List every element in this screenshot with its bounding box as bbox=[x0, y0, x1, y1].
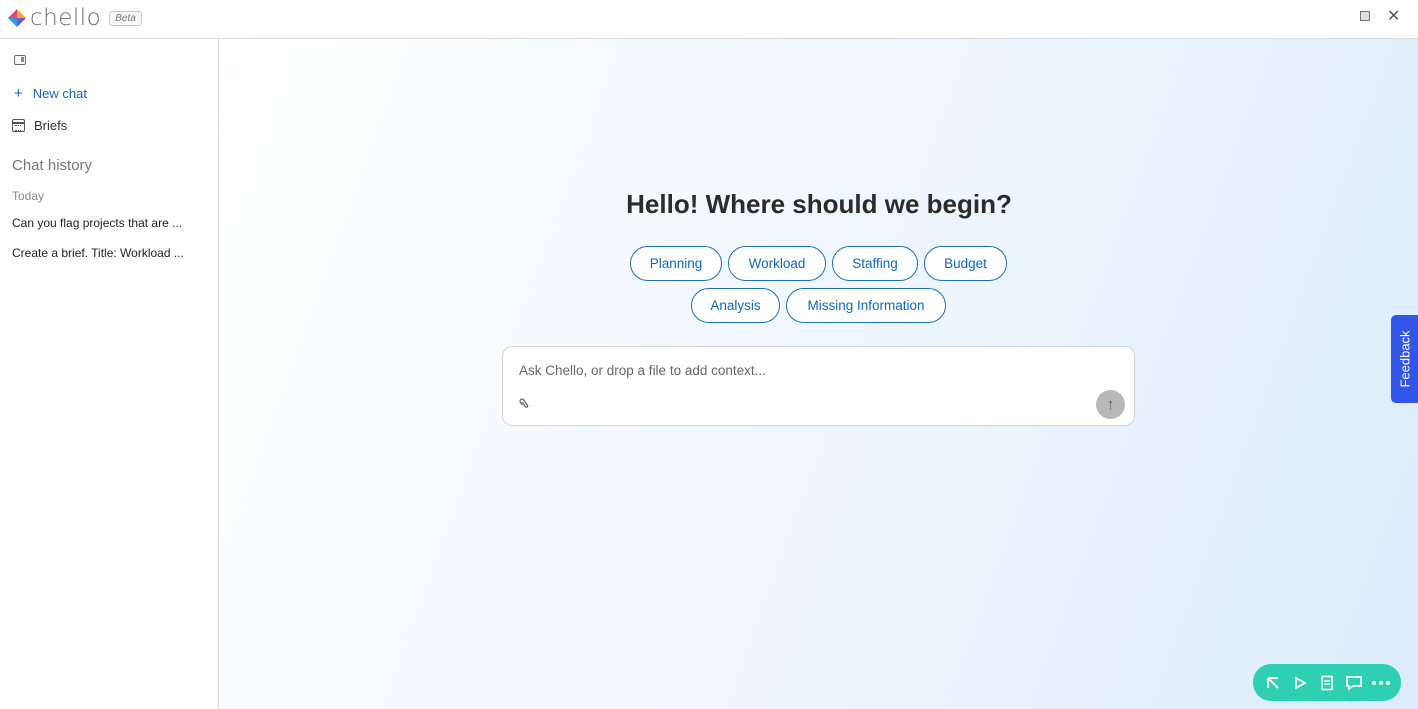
plus-icon: + bbox=[14, 85, 23, 102]
chip-workload[interactable]: Workload bbox=[728, 246, 826, 281]
floating-toolbar bbox=[1253, 664, 1401, 701]
briefs-label: Briefs bbox=[34, 118, 68, 133]
history-group-today: Today bbox=[12, 189, 45, 203]
sidebar: + New chat Briefs Chat history Today Can… bbox=[0, 39, 219, 709]
calendar-icon bbox=[12, 119, 25, 132]
cursor-arrow-icon[interactable] bbox=[1262, 672, 1284, 694]
paperclip-icon[interactable] bbox=[515, 394, 537, 417]
chat-icon[interactable] bbox=[1343, 672, 1365, 694]
chello-logo: chello Beta bbox=[8, 6, 142, 30]
send-button[interactable]: ↑ bbox=[1096, 390, 1125, 419]
logo-text: chello bbox=[30, 5, 102, 31]
history-item[interactable]: Create a brief. Title: Workload ... bbox=[12, 246, 192, 260]
more-icon[interactable] bbox=[1370, 672, 1392, 694]
chat-composer: ↑ bbox=[502, 346, 1135, 426]
briefs-button[interactable]: Briefs bbox=[12, 118, 67, 133]
chip-planning[interactable]: Planning bbox=[630, 246, 722, 281]
feedback-label: Feedback bbox=[1397, 330, 1412, 388]
sidebar-toggle-icon[interactable] bbox=[14, 55, 26, 65]
greeting-heading: Hello! Where should we begin? bbox=[626, 189, 1012, 219]
new-chat-button[interactable]: + New chat bbox=[12, 85, 87, 102]
beta-badge: Beta bbox=[109, 10, 142, 26]
main-panel: Hello! Where should we begin? Planning W… bbox=[220, 39, 1418, 709]
history-item[interactable]: Can you flag projects that are ... bbox=[12, 216, 192, 230]
app-header: chello Beta ✕ bbox=[0, 0, 1418, 39]
chip-budget[interactable]: Budget bbox=[924, 246, 1007, 281]
restore-window-icon[interactable] bbox=[1360, 11, 1370, 21]
new-chat-label: New chat bbox=[32, 86, 87, 101]
chip-missing-information[interactable]: Missing Information bbox=[786, 288, 946, 323]
document-icon[interactable] bbox=[1316, 672, 1338, 694]
chip-analysis[interactable]: Analysis bbox=[691, 288, 780, 323]
paperclip-icon-svg bbox=[519, 398, 529, 408]
chello-logo-icon bbox=[8, 9, 26, 27]
arrow-up-icon: ↑ bbox=[1106, 396, 1115, 413]
feedback-tab[interactable]: Feedback bbox=[1391, 315, 1418, 403]
close-window-icon[interactable]: ✕ bbox=[1387, 9, 1400, 25]
chip-staffing[interactable]: Staffing bbox=[832, 246, 918, 281]
chat-history-heading: Chat history bbox=[12, 157, 93, 174]
chat-input[interactable] bbox=[519, 361, 1079, 379]
play-icon[interactable] bbox=[1289, 672, 1311, 694]
